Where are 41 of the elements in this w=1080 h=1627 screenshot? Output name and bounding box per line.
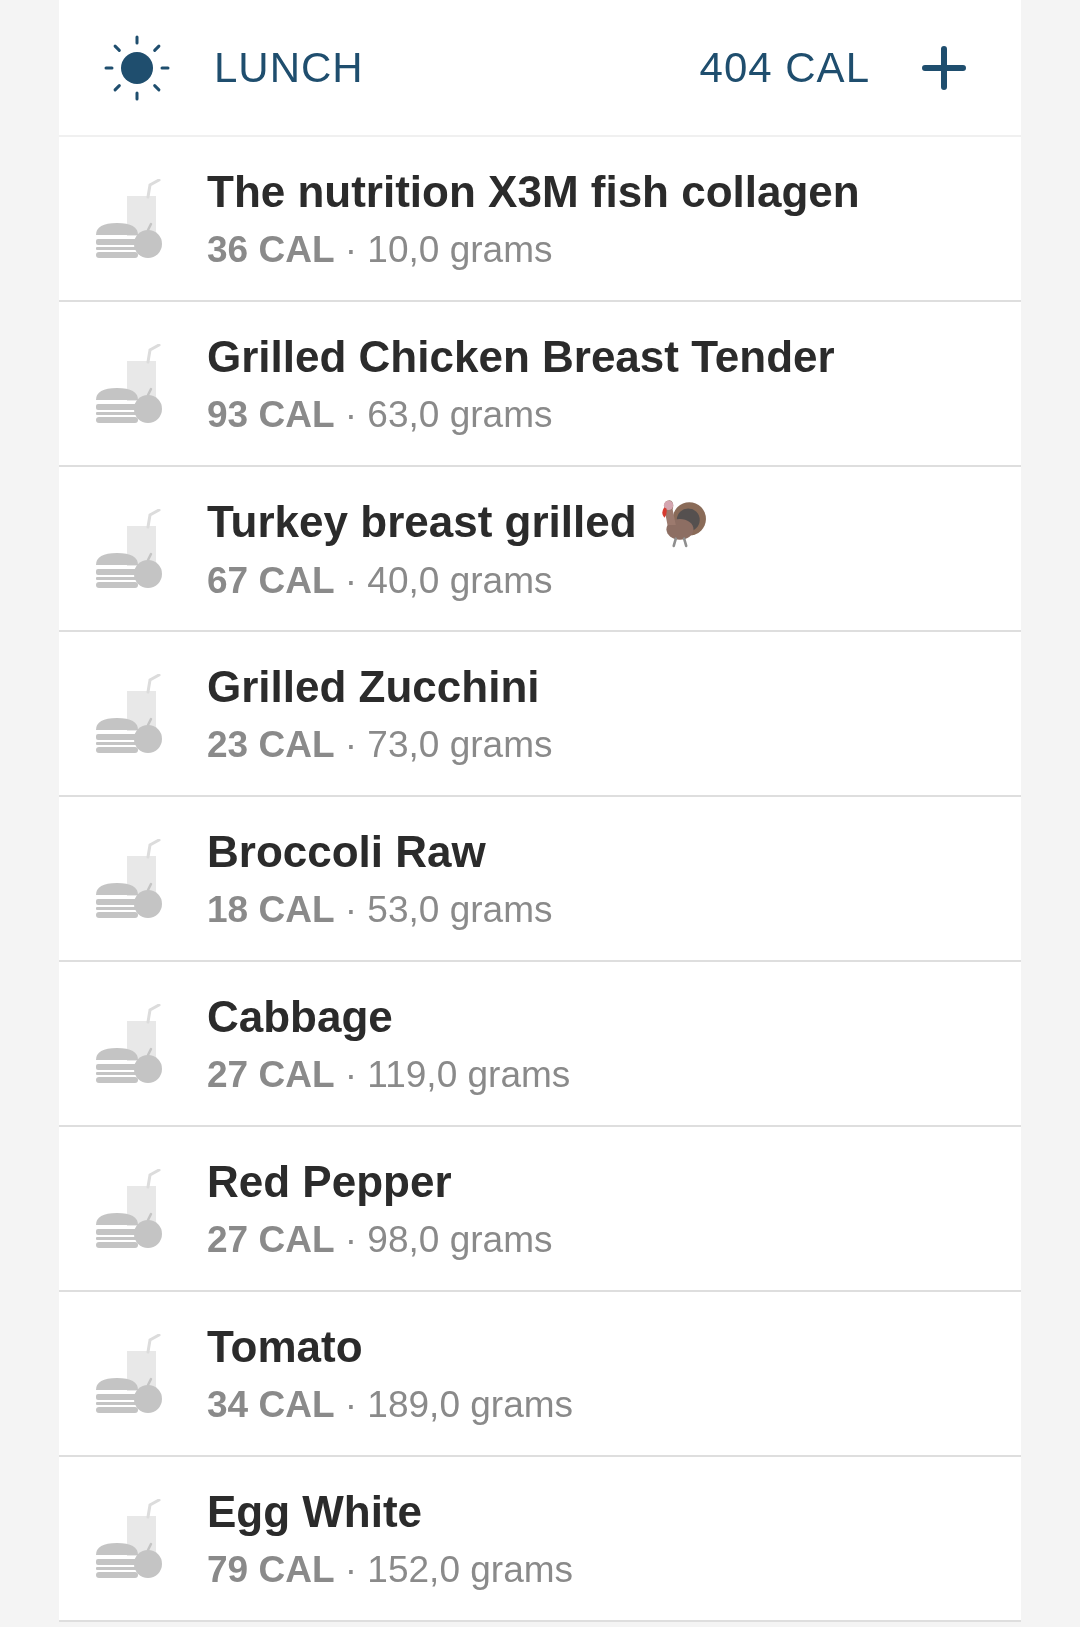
food-entry[interactable]: Grilled Chicken Breast Tender 93 CAL · 63,0 grams <box>59 302 1021 467</box>
food-details: 27 CAL · 98,0 grams <box>207 1218 553 1261</box>
food-name: Grilled Zucchini <box>207 661 540 712</box>
food-entry[interactable]: Egg White 79 CAL · 152,0 grams <box>59 1457 1021 1622</box>
food-and-drink-icon <box>96 1499 162 1578</box>
add-button[interactable] <box>922 45 966 90</box>
plus-icon <box>922 45 966 90</box>
food-entry[interactable]: Cabbage 27 CAL · 119,0 grams <box>59 962 1021 1127</box>
food-and-drink-icon <box>96 509 162 588</box>
food-details: 93 CAL · 63,0 grams <box>207 393 554 436</box>
food-details: 67 CAL · 40,0 grams <box>207 559 554 602</box>
meal-calorie-total: 404 CAL <box>699 43 870 92</box>
food-details: 36 CAL · 10,0 grams <box>207 228 554 271</box>
food-and-drink-icon <box>96 1334 162 1413</box>
food-and-drink-icon <box>96 344 162 423</box>
food-and-drink-icon <box>96 674 162 753</box>
food-name: Red Pepper <box>207 1156 452 1207</box>
food-name: Turkey breast grilled <box>207 496 637 547</box>
food-name: Broccoli Raw <box>207 826 486 877</box>
food-entry[interactable]: Grilled Zucchini 23 CAL · 73,0 grams <box>59 632 1021 797</box>
food-entry[interactable]: Red Pepper 27 CAL · 98,0 grams <box>59 1127 1021 1292</box>
food-details: 23 CAL · 73,0 grams <box>207 723 553 766</box>
food-entry[interactable]: The nutrition X3M fish collagen 36 CAL · 10,0 grams <box>59 137 1021 302</box>
food-name: The nutrition X3M fish collagen <box>207 166 860 217</box>
food-name: Egg White <box>207 1486 423 1537</box>
meal-title: LUNCH <box>214 43 364 92</box>
food-and-drink-icon <box>96 839 162 918</box>
food-name: Grilled Chicken Breast Tender <box>207 331 835 382</box>
food-and-drink-icon <box>96 179 162 258</box>
sun-icon <box>104 34 170 101</box>
food-entry[interactable]: Broccoli Raw 18 CAL · 53,0 grams <box>59 797 1021 962</box>
food-details: 18 CAL · 53,0 grams <box>207 888 553 931</box>
food-and-drink-icon <box>96 1004 162 1083</box>
food-entry[interactable]: Turkey breast grilled 67 CAL · 40,0 grams <box>59 467 1021 632</box>
food-details: 27 CAL · 119,0 grams <box>207 1053 571 1096</box>
food-name: Tomato <box>207 1321 363 1372</box>
food-details: 79 CAL · 152,0 grams <box>207 1548 574 1591</box>
food-details: 34 CAL · 189,0 grams <box>207 1383 574 1426</box>
food-name: Cabbage <box>207 991 393 1042</box>
food-and-drink-icon <box>96 1169 162 1248</box>
food-entry[interactable]: Tomato 34 CAL · 189,0 grams <box>59 1292 1021 1457</box>
